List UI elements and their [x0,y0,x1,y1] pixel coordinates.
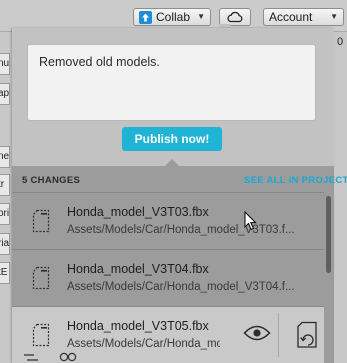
cloud-upload-icon [139,10,152,24]
cloud-icon [227,11,243,23]
revert-icon[interactable] [296,321,318,349]
change-row[interactable]: Honda_model_V3T03.fbx Assets/Models/Car/… [12,193,324,249]
scrollbar[interactable] [324,192,334,363]
publish-button[interactable]: Publish now! [122,127,222,151]
account-dropdown[interactable]: Account ▼ [263,8,344,26]
change-file-name: Honda_model_V3T05.fbx [67,319,209,333]
collab-label: Collab [156,10,191,24]
see-all-link[interactable]: SEE ALL IN PROJECT [244,175,347,186]
changes-count: 5 CHANGES [22,175,81,186]
background-panel-item: tE [0,262,10,284]
scroll-thumb[interactable] [326,196,331,273]
file-icon [32,323,50,347]
commit-message-text: Removed old models. [39,55,160,69]
background-panel-item: ria [0,233,10,255]
file-icon [32,266,50,290]
divider [278,313,279,357]
eye-icon[interactable] [243,324,271,342]
account-label: Account [269,10,313,24]
changes-list: 5 CHANGES SEE ALL IN PROJECT Honda_model… [12,166,347,363]
changes-header: 5 CHANGES SEE ALL IN PROJECT [12,166,347,192]
collab-button[interactable]: Collab ▼ [133,8,211,26]
changes-pointer [165,159,179,166]
commit-message-field[interactable]: Removed old models. [27,44,316,121]
change-file-path: Assets/Models/Car/Honda_model_V3T04.f... [67,281,295,293]
background-panel-item: ori [0,203,10,225]
background-panel-item: nu [0,53,10,75]
background-right-text: 0 [337,36,344,48]
file-icon [32,209,50,233]
chevron-down-icon: ▼ [197,12,205,21]
bottom-toolbar-icons [24,352,77,362]
background-panel-item: ner [0,146,10,168]
mouse-cursor-icon [244,211,257,231]
change-file-name: Honda_model_V3T03.fbx [67,205,209,219]
change-row[interactable]: Honda_model_V3T04.fbx Assets/Models/Car/… [12,250,324,306]
change-file-name: Honda_model_V3T04.fbx [67,262,209,276]
chevron-down-icon: ▼ [330,12,338,21]
background-panel-item: tr [0,174,10,196]
background-panel-item: ap [0,83,10,105]
change-file-path: Assets/Models/Car/Honda_model_V3T03.f... [67,224,295,236]
row-actions [220,307,324,363]
